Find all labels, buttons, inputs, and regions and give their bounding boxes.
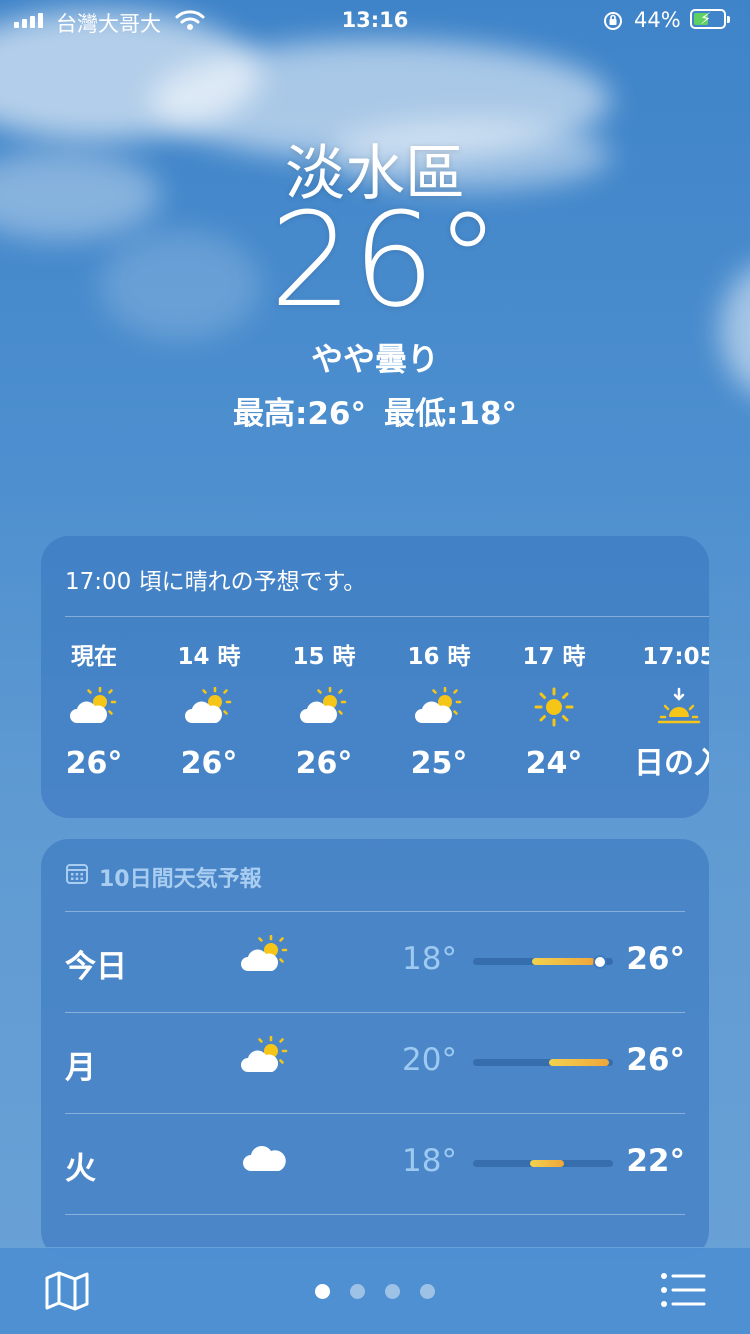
page-dot[interactable] (385, 1284, 400, 1299)
list-button[interactable] (660, 1272, 706, 1312)
temperature-range-bar (473, 1059, 613, 1066)
battery-icon: ⚡ (690, 9, 730, 29)
day-label: 今日 (65, 949, 127, 985)
hour-label: 16 時 (407, 644, 471, 670)
page-dot[interactable] (350, 1284, 365, 1299)
page-dot[interactable] (420, 1284, 435, 1299)
low-temp: 18° (402, 941, 457, 977)
partly-sunny-icon (239, 1035, 291, 1080)
calendar-icon (65, 862, 89, 892)
hour-item: 17 時 24° (509, 642, 599, 782)
temperature-range-bar (473, 956, 613, 967)
low-temp: 18° (402, 1143, 457, 1179)
hour-item: 16 時 25° (394, 642, 484, 782)
cloud-icon (239, 1146, 289, 1181)
hour-temp: 25° (410, 746, 468, 781)
high-temp: 最高:26° (232, 396, 366, 432)
high-temp: 26° (626, 941, 685, 977)
high-temp: 26° (626, 1042, 685, 1078)
hour-item: 14 時 26° (164, 642, 254, 782)
partly-sunny-icon (68, 686, 120, 731)
hour-temp: 26° (65, 746, 123, 781)
page-indicator[interactable] (0, 1284, 750, 1299)
low-temp: 最低:18° (384, 396, 518, 432)
partly-sunny-icon (183, 686, 235, 731)
hour-temp: 24° (525, 746, 583, 781)
divider (65, 1214, 685, 1215)
temperature-range-fill (548, 1059, 609, 1066)
hour-item: 15 時 26° (279, 642, 369, 782)
page-dot[interactable] (315, 1284, 330, 1299)
ten-day-forecast-card[interactable]: 10日間天気予報 今日 18° 26° 月 20° 26° 火 18° 22° (41, 839, 709, 1259)
low-temp: 20° (402, 1042, 457, 1078)
orientation-lock-icon (602, 10, 624, 37)
high-low: 最高:26° 最低:18° (0, 388, 750, 433)
current-temperature: 26° (269, 184, 501, 336)
temperature-range-bar (473, 1160, 613, 1167)
day-label: 月 (65, 1050, 96, 1086)
hour-item: 現在 26° (49, 642, 139, 782)
current-temp-marker (595, 956, 606, 967)
ten-day-title: 10日間天気予報 (99, 867, 262, 892)
day-row[interactable]: 今日 18° 26° (65, 911, 685, 1011)
battery-percent: 44% (634, 8, 681, 32)
divider (65, 616, 709, 617)
hour-label: 15 時 (292, 644, 356, 670)
hourly-summary: 17:00 頃に晴れの予想です。 (65, 569, 367, 595)
hour-label: 14 時 (177, 644, 241, 670)
condition-text: やや曇り (310, 340, 439, 378)
hour-label: 17 時 (522, 644, 586, 670)
day-row[interactable]: 火 18° 22° (65, 1113, 685, 1213)
sun-icon (534, 687, 574, 731)
temperature-range-fill (531, 958, 595, 965)
hourly-list[interactable]: 現在 26° 14 時 26° 15 時 26° 16 時 25° 17 時 2… (65, 642, 709, 802)
ten-day-header: 10日間天気予報 (65, 861, 262, 893)
partly-sunny-icon (239, 934, 291, 979)
high-temp: 22° (626, 1143, 685, 1179)
hourly-forecast-card[interactable]: 17:00 頃に晴れの予想です。 現在 26° 14 時 26° 15 時 26… (41, 536, 709, 818)
sunset-icon (657, 687, 701, 731)
hour-temp: 26° (295, 746, 353, 781)
weather-screen: 台灣大哥大 13:16 44% ⚡ 淡水區 26° やや曇り 最高:26° 最低: (0, 0, 750, 1334)
partly-sunny-icon (413, 686, 465, 731)
day-row[interactable]: 月 20° 26° (65, 1012, 685, 1112)
status-bar: 台灣大哥大 13:16 44% ⚡ (0, 0, 750, 40)
bottom-toolbar (0, 1247, 750, 1334)
day-label: 火 (65, 1151, 96, 1187)
temperature-range-fill (530, 1160, 564, 1167)
hour-temp: 日の入 (634, 746, 709, 781)
hour-item: 17:05 日の (624, 642, 709, 782)
hour-temp: 26° (180, 746, 238, 781)
partly-sunny-icon (298, 686, 350, 731)
hour-label: 17:05 (642, 644, 709, 670)
hour-label: 現在 (71, 644, 117, 670)
